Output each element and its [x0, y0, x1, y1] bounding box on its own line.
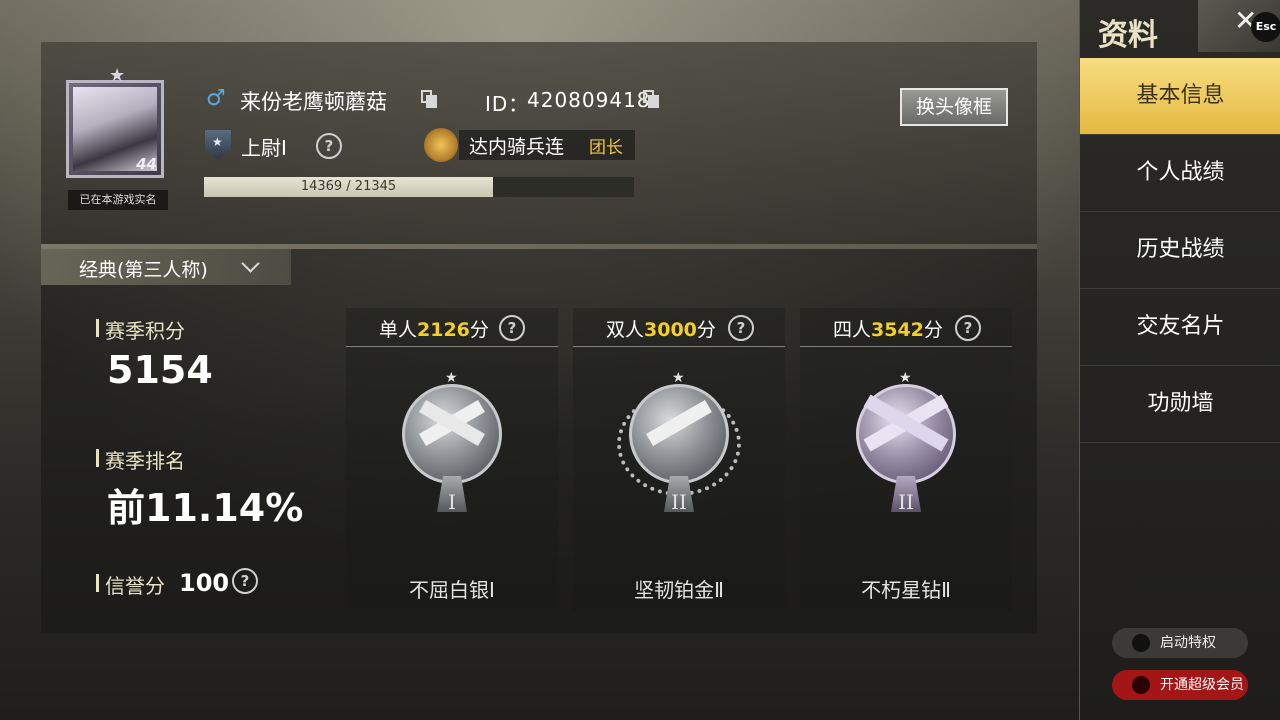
solo-help-icon[interactable]: ? [499, 315, 525, 341]
nickname: 来份老鹰顿蘑菇 [240, 90, 387, 114]
card-rank-name: 不朽星钻Ⅱ [861, 578, 951, 602]
clan-emblem-icon [424, 128, 458, 162]
id-label: ID： [485, 92, 530, 116]
season-points-label: 赛季积分 [96, 315, 185, 344]
copy-id-icon[interactable] [643, 90, 659, 108]
season-points-value: 5154 [107, 348, 213, 392]
change-avatar-frame-button[interactable]: 换头像框 [900, 88, 1008, 126]
clan-role: 团长 [589, 138, 623, 158]
duo-help-icon[interactable]: ? [728, 315, 754, 341]
esc-key-hint: Esc [1251, 12, 1280, 42]
avatar-level: 44 [136, 155, 157, 173]
card-header: 单人2126分 ? [346, 308, 558, 347]
platinum-tier-badge-icon: ★ II [617, 370, 741, 514]
realname-badge: 已在本游戏实名 [68, 190, 168, 210]
xp-progress-text: 14369 / 21345 [300, 179, 397, 194]
card-title: 单人2126分 [379, 319, 489, 341]
sidebar-item-basic-info[interactable]: 基本信息 [1080, 58, 1280, 135]
clan-name: 达内骑兵连 [469, 136, 565, 158]
card-body: ★ II 不朽星钻Ⅱ [800, 348, 1012, 611]
rank-shield-icon: ★ [205, 130, 231, 160]
silver-tier-badge-icon: ★ I [394, 370, 510, 514]
player-id: 420809418 [527, 88, 651, 112]
qq-penguin-icon [1132, 676, 1150, 694]
card-body: ★ I 不屈白银Ⅰ [346, 348, 558, 611]
card-title: 双人3000分 [606, 319, 716, 341]
card-rank-name: 不屈白银Ⅰ [409, 578, 495, 602]
honor-label: 信誉分 [96, 570, 165, 599]
profile-panel: ★ 44 已在本游戏实名 ♂ 来份老鹰顿蘑菇 ID： 420809418 换头像… [41, 42, 1037, 633]
squad-help-icon[interactable]: ? [955, 315, 981, 341]
copy-name-icon[interactable] [421, 90, 437, 108]
close-button[interactable]: ✕ Esc [1198, 0, 1280, 52]
sidebar-item-merit-wall[interactable]: 功勋墙 [1080, 366, 1280, 443]
chevron-down-icon [241, 254, 260, 273]
card-header: 双人3000分 ? [573, 308, 785, 347]
avatar[interactable]: ★ 44 [66, 65, 164, 178]
xp-progress-bar: 14369 / 21345 [204, 177, 634, 197]
card-header: 四人3542分 ? [800, 308, 1012, 347]
mode-selector[interactable]: 经典(第三人称) [41, 249, 291, 285]
honor-value: 100 [179, 569, 230, 597]
season-rank-label: 赛季排名 [96, 445, 185, 474]
card-rank-name: 坚韧铂金Ⅱ [634, 578, 724, 602]
card-body: ★ II 坚韧铂金Ⅱ [573, 348, 785, 611]
clan-info[interactable]: 达内骑兵连 团长 [459, 130, 635, 160]
star-icon: ★ [109, 65, 126, 86]
vip-button[interactable]: 开通超级会员 [1112, 670, 1248, 700]
card-title: 四人3542分 [833, 319, 943, 341]
squad-rank-card[interactable]: 四人3542分 ? ★ II 不朽星钻Ⅱ [800, 308, 1012, 611]
mode-label: 经典(第三人称) [79, 259, 208, 281]
sidebar-item-history-stats[interactable]: 历史战绩 [1080, 212, 1280, 289]
sidebar-item-social-card[interactable]: 交友名片 [1080, 289, 1280, 366]
male-icon: ♂ [206, 86, 226, 111]
solo-rank-card[interactable]: 单人2126分 ? ★ I 不屈白银Ⅰ [346, 308, 558, 611]
profile-header: ★ 44 已在本游戏实名 ♂ 来份老鹰顿蘑菇 ID： 420809418 换头像… [41, 42, 1037, 244]
sidebar-item-personal-stats[interactable]: 个人战绩 [1080, 135, 1280, 212]
duo-rank-card[interactable]: 双人3000分 ? ★ II 坚韧铂金Ⅱ [573, 308, 785, 611]
rank-help-icon[interactable]: ? [316, 133, 342, 159]
player-rank: 上尉Ⅰ [241, 136, 287, 160]
diamond-tier-badge-icon: ★ II [848, 370, 964, 514]
sidebar: 资料 ✕ Esc 基本信息 个人战绩 历史战绩 交友名片 功勋墙 启动特权 开通… [1079, 0, 1280, 720]
honor-help-icon[interactable]: ? [232, 568, 258, 594]
privilege-button[interactable]: 启动特权 [1112, 628, 1248, 658]
sidebar-title: 资料 [1098, 18, 1158, 53]
season-rank-value: 前11.14% [107, 486, 304, 530]
qq-penguin-icon [1132, 634, 1150, 652]
